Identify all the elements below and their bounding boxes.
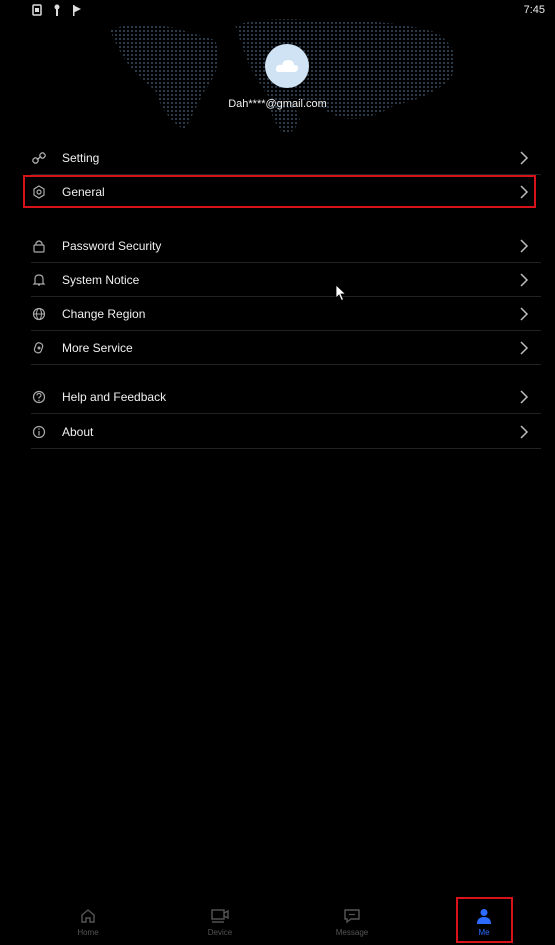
- tab-label: Message: [335, 928, 369, 937]
- flag-icon: [73, 5, 81, 16]
- mouse-cursor-icon: [335, 284, 347, 302]
- chevron-right-icon: [520, 340, 529, 355]
- menu-item-label: System Notice: [62, 272, 140, 287]
- tab-home[interactable]: Home: [48, 898, 128, 945]
- menu-item-label: Setting: [62, 150, 100, 165]
- info-icon: [31, 424, 47, 440]
- home-icon: [78, 906, 98, 926]
- menu-item-label: Help and Feedback: [62, 389, 167, 404]
- key-icon: [54, 4, 60, 16]
- chevron-right-icon: [520, 238, 529, 253]
- lock-icon: [31, 238, 47, 254]
- more-service-icon: [31, 340, 47, 356]
- menu-item-label: About: [62, 424, 94, 439]
- bell-icon: [31, 272, 47, 288]
- menu-item-about[interactable]: About: [31, 415, 541, 449]
- tab-message[interactable]: Message: [312, 898, 392, 945]
- user-email: Dah****@gmail.com: [228, 98, 327, 110]
- tab-device[interactable]: Device: [180, 898, 260, 945]
- tab-label: Home: [77, 928, 99, 937]
- menu-item-change-region[interactable]: Change Region: [31, 297, 541, 331]
- tab-label: Device: [207, 928, 233, 937]
- menu-item-label: Change Region: [62, 306, 146, 321]
- globe-icon: [31, 306, 47, 322]
- menu-item-setting[interactable]: Setting: [31, 141, 541, 175]
- device-icon: [210, 906, 230, 926]
- menu-item-help-feedback[interactable]: Help and Feedback: [31, 380, 541, 414]
- menu-item-system-notice[interactable]: System Notice: [31, 263, 541, 297]
- link-icon: [31, 150, 47, 166]
- menu-item-label: More Service: [62, 340, 133, 355]
- me-tab-highlight-box: [456, 897, 513, 943]
- status-time: 7:45: [523, 4, 545, 16]
- cloud-avatar-icon: [275, 60, 299, 72]
- chevron-right-icon: [520, 424, 529, 439]
- message-icon: [342, 906, 362, 926]
- chevron-right-icon: [520, 150, 529, 165]
- help-icon: [31, 389, 47, 405]
- chevron-right-icon: [520, 389, 529, 404]
- chevron-right-icon: [520, 306, 529, 321]
- menu-item-password-security[interactable]: Password Security: [31, 229, 541, 263]
- general-highlight-box: [23, 175, 536, 208]
- sim-card-icon: [32, 4, 42, 16]
- menu-item-label: Password Security: [62, 238, 162, 253]
- menu-item-more-service[interactable]: More Service: [31, 331, 541, 365]
- chevron-right-icon: [520, 272, 529, 287]
- avatar[interactable]: [265, 44, 309, 88]
